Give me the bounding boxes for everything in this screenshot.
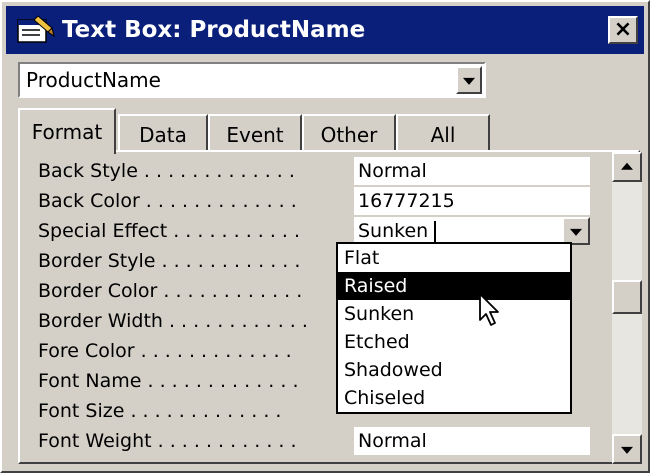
close-button[interactable]: × xyxy=(608,16,638,44)
property-row[interactable]: Back Style . . . . . . . . . . . . . Nor… xyxy=(38,156,598,186)
property-row[interactable]: Font Weight . . . . . . . . . . . . Norm… xyxy=(38,426,598,456)
special-effect-field[interactable]: Sunken xyxy=(354,217,590,245)
chevron-down-icon xyxy=(463,77,475,85)
special-effect-dropdown-button[interactable] xyxy=(562,217,590,245)
property-value[interactable]: Normal xyxy=(354,157,590,185)
dropdown-option[interactable]: Flat xyxy=(338,244,570,272)
property-row[interactable]: Back Color . . . . . . . . . . . . . 167… xyxy=(38,186,598,216)
scroll-up-button[interactable] xyxy=(612,152,642,182)
scroll-thumb[interactable] xyxy=(612,280,642,314)
property-label: Border Width . . . . . . . . . . . . xyxy=(38,310,308,332)
dropdown-option-selected[interactable]: Raised xyxy=(338,272,570,300)
property-label: Back Style . . . . . . . . . . . . . xyxy=(38,160,295,182)
tab-event[interactable]: Event xyxy=(208,114,302,152)
object-selector-dropdown-button[interactable] xyxy=(456,66,482,94)
property-label: Font Weight . . . . . . . . . . . . xyxy=(38,430,297,452)
object-selector-value: ProductName xyxy=(26,68,161,92)
property-label: Font Name . . . . . . . . . . . . . xyxy=(38,370,299,392)
tab-data[interactable]: Data xyxy=(118,114,208,152)
window-title: Text Box: ProductName xyxy=(62,17,366,43)
property-label: Fore Color . . . . . . . . . . . . . xyxy=(38,340,292,362)
scroll-down-button[interactable] xyxy=(612,434,642,464)
tab-all[interactable]: All xyxy=(396,114,490,152)
text-caret xyxy=(434,221,436,243)
property-label: Back Color . . . . . . . . . . . . . xyxy=(38,190,297,212)
property-value: Sunken xyxy=(358,220,429,242)
property-value[interactable]: 16777215 xyxy=(354,187,590,215)
title-bar[interactable]: Text Box: ProductName × xyxy=(6,6,644,54)
property-sheet-window: Text Box: ProductName × ProductName Form… xyxy=(0,0,650,473)
arrow-down-icon xyxy=(621,446,633,454)
object-selector-combo[interactable]: ProductName xyxy=(18,62,486,98)
tab-format[interactable]: Format xyxy=(18,108,116,154)
chevron-down-icon xyxy=(570,228,582,236)
dropdown-option[interactable]: Etched xyxy=(338,328,570,356)
property-sheet-icon xyxy=(17,15,55,43)
vertical-scrollbar[interactable] xyxy=(612,152,642,464)
property-label: Border Style . . . . . . . . . . . . xyxy=(38,250,301,272)
tab-other[interactable]: Other xyxy=(302,114,396,152)
property-label: Font Size . . . . . . . . . . . . . xyxy=(38,400,282,422)
arrow-up-icon xyxy=(621,162,633,170)
dropdown-option[interactable]: Shadowed xyxy=(338,356,570,384)
dropdown-option[interactable]: Sunken xyxy=(338,300,570,328)
special-effect-dropdown-list: Flat Raised Sunken Etched Shadowed Chise… xyxy=(336,242,572,414)
property-label: Special Effect . . . . . . . . . . . xyxy=(38,220,301,242)
mouse-pointer-icon xyxy=(479,293,499,326)
property-label: Border Color . . . . . . . . . . . . xyxy=(38,280,303,302)
dropdown-option[interactable]: Chiseled xyxy=(338,384,570,412)
property-value[interactable]: Normal xyxy=(354,427,590,455)
